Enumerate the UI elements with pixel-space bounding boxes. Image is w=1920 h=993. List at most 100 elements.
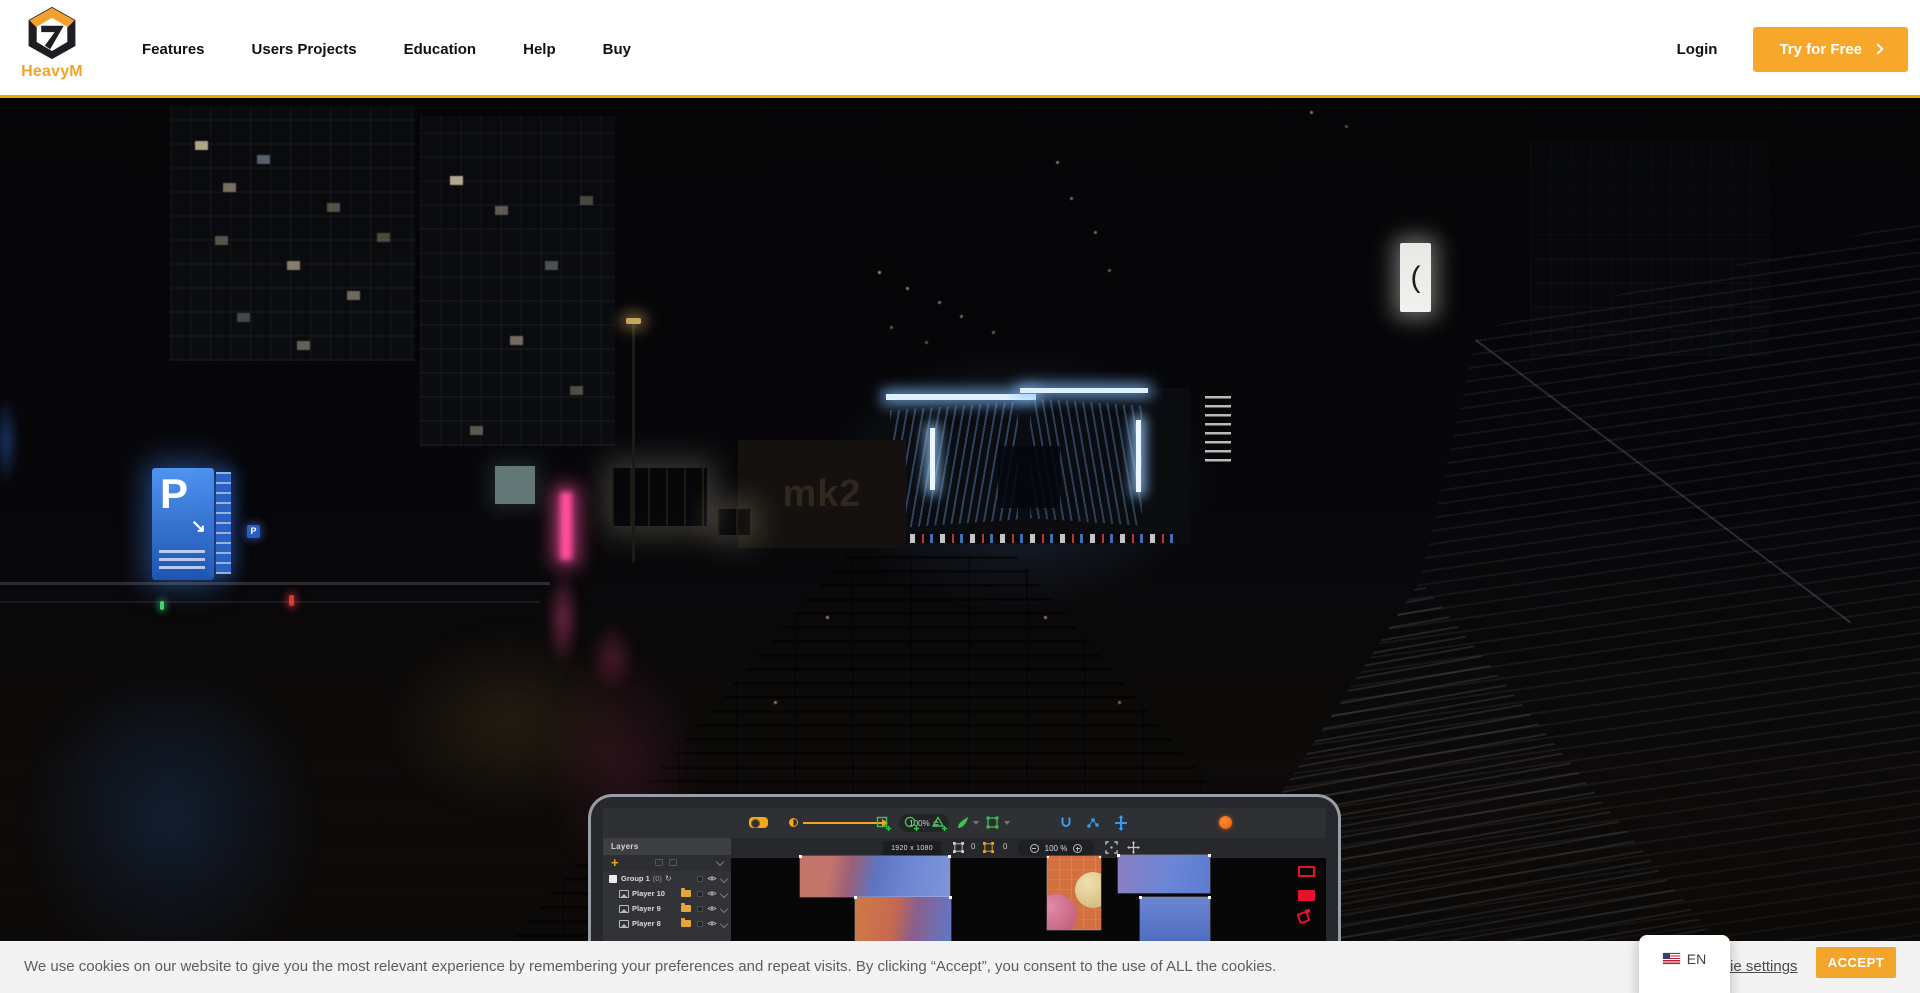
building-mid xyxy=(420,116,615,446)
edge-blue-glow xyxy=(0,396,18,486)
collapse-all-icon xyxy=(716,858,724,866)
row-controls xyxy=(697,901,727,916)
pan-tool-icon xyxy=(1127,841,1140,854)
corner-handles-icon xyxy=(953,842,964,853)
video-surface xyxy=(800,856,950,897)
sphere-graphic xyxy=(1075,872,1101,908)
glow-bar xyxy=(1136,420,1141,492)
chevron-right-icon xyxy=(1872,43,1883,54)
zoom-in-icon xyxy=(1073,844,1082,853)
mk2-sign: mk2 xyxy=(782,473,861,516)
lit-storefront-small xyxy=(718,509,750,535)
parking-letter: P xyxy=(160,470,188,518)
top-navbar: HeavyM Features Users Projects Education… xyxy=(0,0,1920,98)
nav-item-help[interactable]: Help xyxy=(523,41,556,58)
pink-neon-light xyxy=(560,492,572,560)
projector-output-icon xyxy=(749,817,768,828)
color-swatch-icon xyxy=(697,921,703,927)
shape-outline-icon xyxy=(1298,866,1315,877)
paint-tool-caret-icon xyxy=(973,821,979,825)
nav-item-users-projects[interactable]: Users Projects xyxy=(252,41,357,58)
login-link[interactable]: Login xyxy=(1677,41,1718,58)
media-icon xyxy=(619,905,629,913)
parking-pole-sign: P xyxy=(247,525,260,538)
resolution-badge: 1920 x 1080 xyxy=(883,841,941,855)
eye-icon xyxy=(707,875,717,882)
pos-y-value: 0 xyxy=(1003,842,1007,851)
loop-icon: ↻ xyxy=(665,874,672,883)
canvas-status-bar: 1920 x 1080 0 0 100 % xyxy=(731,838,1326,858)
layer-group-row: Group 1 (0) ↻ xyxy=(603,871,731,886)
transform-tool-icon xyxy=(985,815,1001,831)
pos-x-value: 0 xyxy=(971,842,975,851)
building-left xyxy=(170,106,415,361)
magnet-snap-icon xyxy=(1058,815,1074,831)
light-strip xyxy=(886,394,1036,400)
heavym-hexagon-icon xyxy=(25,6,79,60)
cookie-consent-bar: We use cookies on our website to give yo… xyxy=(0,941,1920,993)
opacity-slider xyxy=(803,822,883,824)
street-lamp-pole xyxy=(632,323,635,563)
parking-totem-side xyxy=(216,472,231,574)
lit-windows xyxy=(195,141,208,150)
fit-screen-icon xyxy=(1105,841,1118,854)
installation-dark-center xyxy=(998,446,1060,508)
layer-action-icon xyxy=(669,859,677,866)
expand-icon xyxy=(720,904,728,912)
expand-icon xyxy=(720,874,728,882)
lit-storefront xyxy=(612,468,707,526)
player-name: Player 9 xyxy=(632,904,661,913)
folder-icon xyxy=(681,920,691,927)
color-swatch-icon xyxy=(697,906,703,912)
eye-icon xyxy=(707,890,717,897)
app-toolbar: 100% xyxy=(603,808,1326,838)
group-count: (0) xyxy=(653,874,662,883)
street-lamp-head xyxy=(626,318,641,324)
player-name: Player 8 xyxy=(632,919,661,928)
group-checkbox-icon xyxy=(609,875,617,883)
glow-bar xyxy=(930,428,935,490)
cta-label: Try for Free xyxy=(1779,41,1862,58)
row-controls xyxy=(697,871,727,886)
light-strip xyxy=(1020,388,1148,393)
media-icon xyxy=(619,890,629,898)
eye-icon xyxy=(707,920,717,927)
language-selector[interactable]: EN xyxy=(1639,935,1730,993)
installation-side-sign xyxy=(1205,396,1231,466)
video-surface xyxy=(1140,897,1210,941)
video-surface xyxy=(855,897,951,941)
paint-tool-icon xyxy=(955,815,971,831)
media-icon xyxy=(619,920,629,928)
nav-item-features[interactable]: Features xyxy=(142,41,205,58)
accept-cookies-button[interactable]: ACCEPT xyxy=(1816,947,1896,978)
color-swatch-icon xyxy=(697,891,703,897)
nav-item-buy[interactable]: Buy xyxy=(603,41,631,58)
mk2-building: mk2 xyxy=(738,440,906,548)
led-text-strip xyxy=(880,534,1180,543)
layer-player-row: Player 8 xyxy=(603,916,731,931)
logo-text: HeavyM xyxy=(14,63,90,81)
nav-item-education[interactable]: Education xyxy=(404,41,477,58)
parking-totem-sign: P ↘ xyxy=(152,468,214,580)
corner-handles-active-icon xyxy=(983,842,994,853)
add-point-icon xyxy=(1113,815,1129,831)
add-rectangle-tool-icon xyxy=(875,815,891,831)
guardrail-lower xyxy=(0,601,540,603)
player-name: Player 10 xyxy=(632,889,665,898)
sign-glyph: ( xyxy=(1411,261,1421,295)
canvas-zoom-control: 100 % xyxy=(1017,840,1095,856)
language-code: EN xyxy=(1687,953,1706,965)
brightness-icon xyxy=(789,818,798,827)
main-nav: Features Users Projects Education Help B… xyxy=(142,0,631,98)
projection-installation xyxy=(880,388,1190,544)
color-swatch-icon xyxy=(697,876,703,882)
boardwalk-lights xyxy=(826,616,829,619)
add-ellipse-tool-icon xyxy=(903,815,919,831)
try-for-free-button[interactable]: Try for Free xyxy=(1753,27,1908,72)
heavym-logo[interactable]: HeavyM xyxy=(14,6,90,81)
lit-windows xyxy=(450,176,463,185)
render-icon xyxy=(1219,816,1232,829)
video-surface xyxy=(1118,855,1210,893)
lit-shop-cyan xyxy=(495,466,535,504)
add-layer-button: + xyxy=(611,855,619,870)
